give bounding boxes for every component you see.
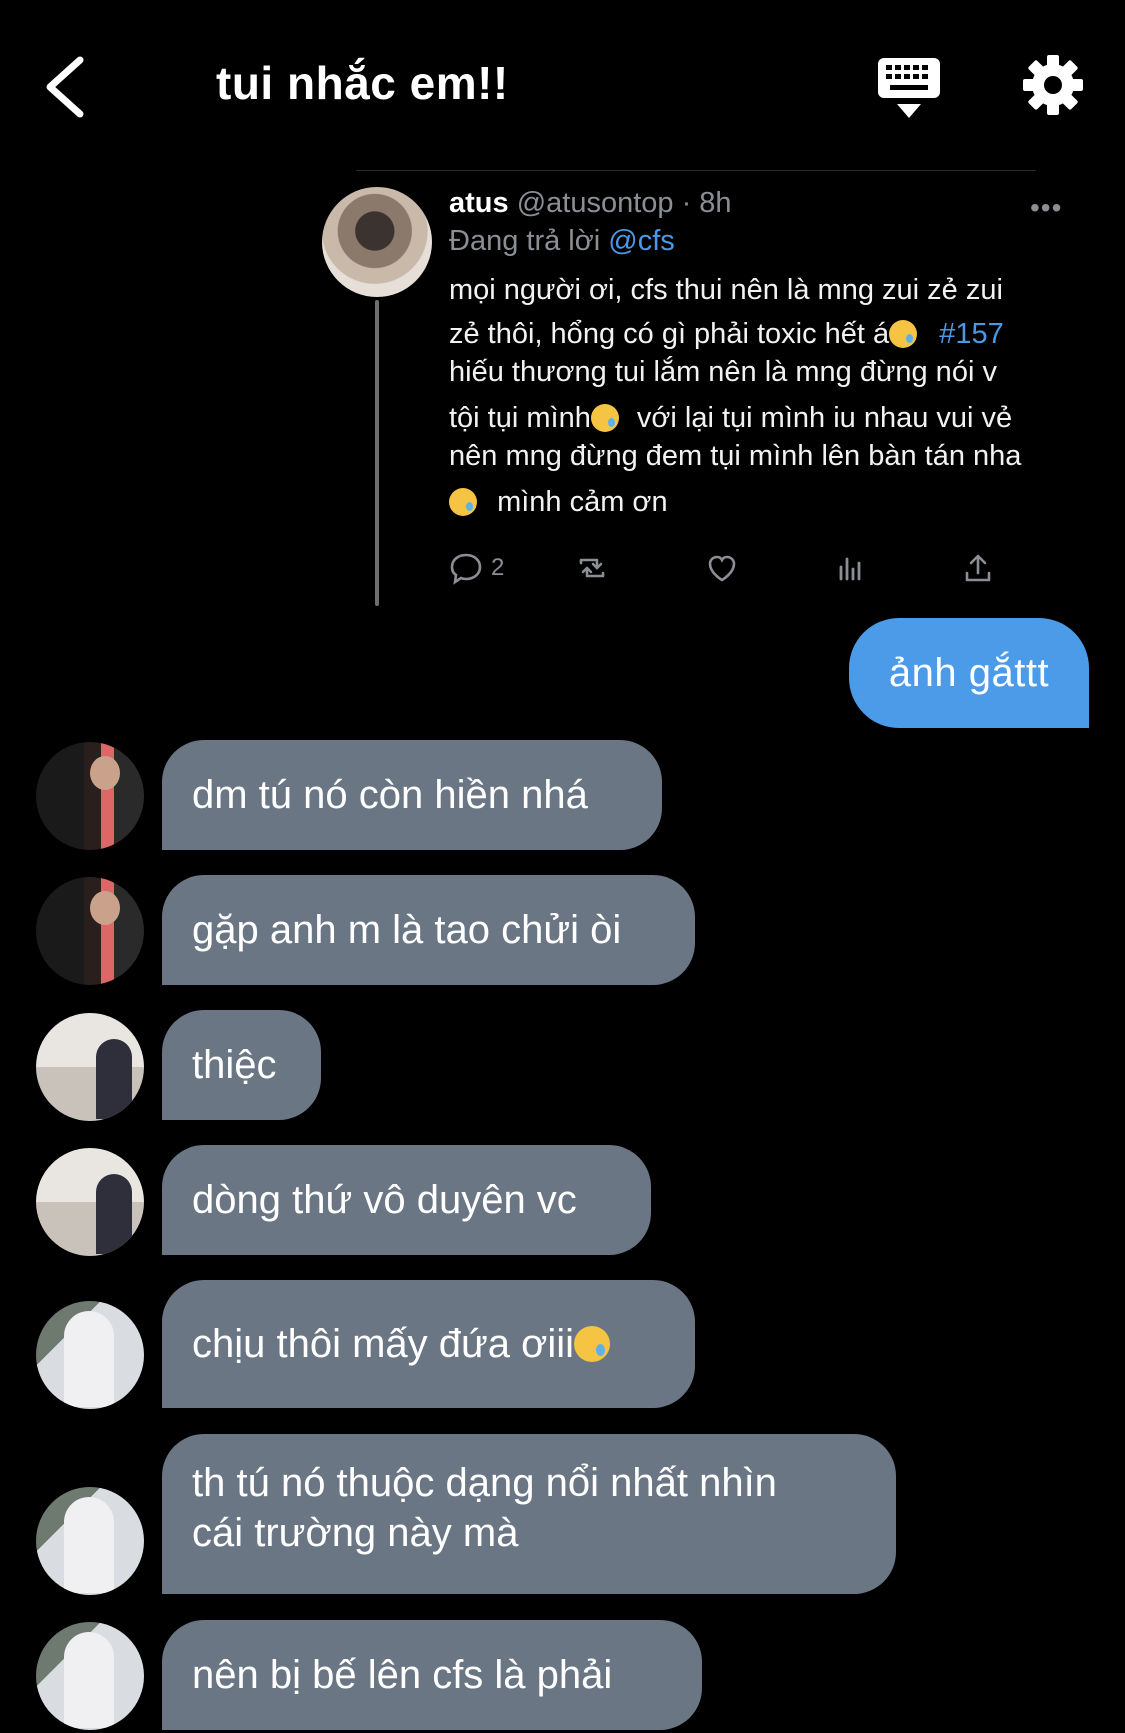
tweet-author-name[interactable]: atus (449, 187, 509, 219)
retweet-icon (579, 558, 605, 578)
crying-emoji-icon (574, 1326, 611, 1362)
message-text: chịu thôi mấy đứa ơiii (192, 1322, 575, 1366)
heart-icon (708, 555, 736, 582)
tweet-text-fragment: zẻ thôi, hổng có gì phải toxic hết á (449, 318, 890, 350)
more-options-icon[interactable]: ••• (1030, 192, 1062, 224)
tweet-author-handle[interactable]: @atusontop (517, 187, 674, 219)
avatar[interactable] (36, 1622, 144, 1730)
share-icon (965, 554, 991, 582)
tweet-text-line: zẻ thôi, hổng có gì phải toxic hết á #15… (449, 320, 1089, 349)
received-message-bubble[interactable]: chịu thôi mấy đứa ơiii (162, 1280, 695, 1408)
hashtag-link[interactable]: #157 (939, 318, 1004, 350)
conversation-title: tui nhắc em!! (216, 57, 509, 109)
share-button[interactable] (961, 548, 995, 588)
avatar[interactable] (36, 1301, 144, 1409)
crying-emoji-icon (889, 320, 918, 348)
tweet-text-line: nên mng đừng đem tụi mình lên bàn tán nh… (449, 440, 1022, 472)
divider (356, 170, 1036, 171)
analytics-icon (839, 557, 861, 581)
tweet-text-line: tội tụi mình với lại tụi mình iu nhau vu… (449, 404, 1089, 433)
tweet-text-line: mình cảm ơn (449, 488, 1089, 517)
tweet-reply-context: Đang trả lời @cfs (449, 225, 675, 258)
message-text: th tú nó thuộc dạng nổi nhất nhìn (192, 1461, 777, 1505)
tweet-text-fragment: tội tụi mình (449, 402, 591, 434)
top-bar: tui nhắc em!! (0, 0, 1125, 170)
tweet-actions: 2 (449, 548, 1049, 592)
received-message-bubble[interactable]: dm tú nó còn hiền nhá (162, 740, 662, 850)
tweet-author-avatar[interactable] (322, 187, 432, 297)
reply-prefix: Đang trả lời (449, 225, 601, 257)
message-text: cái trường này mà (192, 1511, 519, 1555)
chevron-left-icon[interactable] (40, 52, 100, 122)
tweet-text-fragment: mình cảm ơn (497, 486, 668, 518)
received-message-bubble[interactable]: th tú nó thuộc dạng nổi nhất nhìn cái tr… (162, 1434, 896, 1594)
sent-message-bubble[interactable]: ảnh gắttt (849, 618, 1089, 728)
reply-mention-link[interactable]: @cfs (608, 225, 675, 257)
gear-icon[interactable] (1022, 54, 1084, 116)
thread-line (375, 300, 379, 606)
analytics-button[interactable] (833, 548, 867, 588)
tweet-header: atus @atusontop · 8h (449, 187, 732, 220)
avatar[interactable] (36, 877, 144, 985)
reply-button[interactable]: 2 (449, 548, 504, 588)
tweet-time: · 8h (681, 187, 732, 219)
received-message-bubble[interactable]: dòng thứ vô duyên vc (162, 1145, 651, 1255)
avatar[interactable] (36, 1013, 144, 1121)
reply-icon (450, 553, 482, 585)
received-message-bubble[interactable]: nên bị bế lên cfs là phải (162, 1620, 702, 1730)
avatar[interactable] (36, 1148, 144, 1256)
avatar[interactable] (36, 1487, 144, 1595)
tweet-text-line: mọi người ơi, cfs thui nên là mng zui zẻ… (449, 274, 1003, 306)
crying-emoji-icon (590, 404, 619, 432)
keyboard-icon[interactable] (876, 56, 942, 120)
tweet-text-line: hiếu thương tui lắm nên là mng đừng nói … (449, 356, 997, 388)
pleading-emoji-icon (449, 488, 477, 516)
tweet-text-fragment: với lại tụi mình iu nhau vui vẻ (636, 402, 1013, 434)
received-message-bubble[interactable]: gặp anh m là tao chửi òi (162, 875, 695, 985)
like-button[interactable] (705, 548, 739, 588)
received-message-bubble[interactable]: thiệc (162, 1010, 321, 1120)
retweet-button[interactable] (575, 548, 609, 588)
avatar[interactable] (36, 742, 144, 850)
reply-count: 2 (491, 554, 505, 581)
